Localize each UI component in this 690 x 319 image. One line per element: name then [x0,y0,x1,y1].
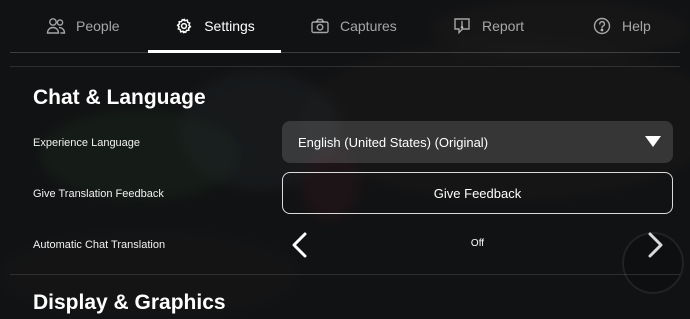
section-title-chat-language: Chat & Language [33,86,206,109]
section-title-display-graphics: Display & Graphics [33,291,226,314]
background-touch-control [622,232,684,294]
tab-captures[interactable]: Captures [310,0,397,52]
translation-feedback-label: Give Translation Feedback [33,188,164,200]
tab-help-label: Help [622,18,651,34]
chevron-down-icon [645,136,661,147]
camera-icon [310,16,330,36]
people-icon [46,16,66,36]
auto-translation-selector: Off [282,224,673,266]
tab-report[interactable]: Report [452,0,524,52]
tab-settings-label: Settings [204,18,255,34]
tab-settings[interactable]: Settings [148,0,281,53]
top-tab-bar: People Settings Captures Report Help [10,0,680,53]
tab-people-label: People [76,18,120,34]
help-icon [592,16,612,36]
auto-translation-label: Automatic Chat Translation [33,239,166,251]
tab-report-label: Report [482,18,525,34]
experience-language-label: Experience Language [33,137,141,149]
experience-language-value: English (United States) (Original) [298,134,489,150]
divider [10,274,680,275]
auto-translation-value: Off [470,238,485,249]
gear-icon [174,16,194,36]
give-feedback-button[interactable]: Give Feedback [282,172,673,214]
report-icon [452,16,472,36]
tab-captures-label: Captures [340,18,397,34]
experience-language-dropdown[interactable]: English (United States) (Original) [282,121,673,163]
tab-help[interactable]: Help [592,0,651,52]
divider [10,66,680,67]
tab-people[interactable]: People [46,0,120,52]
